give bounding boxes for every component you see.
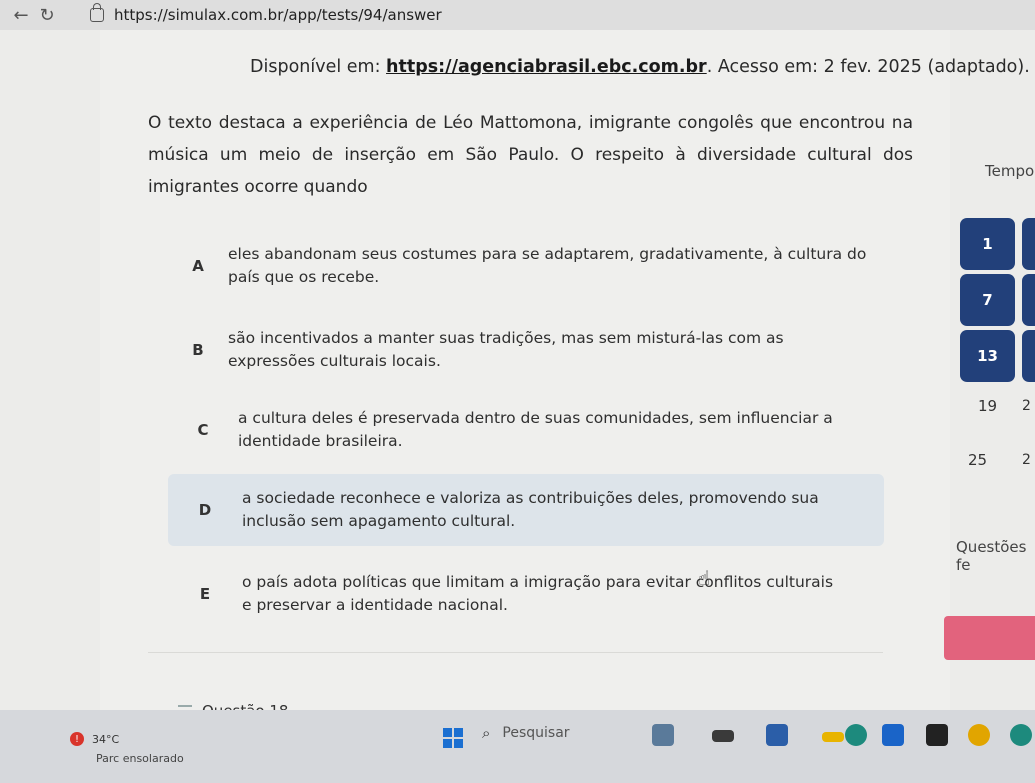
question-nav-item[interactable]: 25 [950, 434, 1005, 486]
search-icon: ⌕ [482, 724, 491, 742]
store-icon[interactable] [926, 724, 948, 746]
question-nav-item[interactable]: 1 [960, 218, 1015, 270]
weather-alert-icon: ! [70, 732, 84, 746]
question-nav-item[interactable]: 2 [1022, 434, 1035, 486]
file-explorer-icon[interactable] [822, 732, 844, 742]
questions-label: Questões fe [956, 538, 1027, 574]
widgets-icon[interactable] [766, 724, 788, 746]
option-letter: A [192, 257, 204, 275]
option-b[interactable]: B são incentivados a manter suas tradiçõ… [168, 314, 884, 386]
source-citation: Disponível em: https://agenciabrasil.ebc… [250, 57, 1030, 77]
weather-widget[interactable]: ! 34°C [70, 732, 119, 746]
finish-button[interactable] [944, 616, 1035, 660]
question-nav-item[interactable] [1022, 218, 1035, 270]
option-text: são incentivados a manter suas tradições… [228, 329, 784, 370]
question-nav-item[interactable]: 2 [1022, 380, 1035, 432]
option-letter: C [197, 421, 209, 439]
search-placeholder: Pesquisar [502, 725, 570, 741]
option-text: a sociedade reconhece e valoriza as cont… [242, 489, 819, 530]
option-letter: D [198, 501, 212, 519]
task-view-icon[interactable] [652, 724, 674, 746]
edge-browser-icon[interactable] [845, 724, 867, 746]
weather-description: Parc ensolarado [96, 752, 184, 765]
question-nav-item[interactable]: 19 [960, 380, 1015, 432]
question-nav-item[interactable] [1022, 274, 1035, 326]
option-letter: E [199, 585, 211, 603]
option-text: a cultura deles é preservada dentro de s… [238, 409, 833, 450]
address-bar[interactable]: https://simulax.com.br/app/tests/94/answ… [90, 3, 442, 24]
divider [148, 652, 883, 653]
question-nav-item[interactable]: 7 [960, 274, 1015, 326]
option-letter: B [192, 341, 204, 359]
reload-icon[interactable]: ↻ [34, 4, 60, 26]
option-text: o país adota políticas que limitam a imi… [242, 573, 834, 614]
app-icon[interactable] [1010, 724, 1032, 746]
option-c[interactable]: C a cultura deles é preservada dentro de… [168, 394, 884, 466]
windows-start-icon[interactable] [443, 728, 463, 748]
browser-toolbar: ← ↻ https://simulax.com.br/app/tests/94/… [0, 0, 1035, 30]
weather-temperature: 34°C [92, 732, 120, 746]
hand-cursor-icon: ☝ [698, 566, 711, 590]
chrome-icon[interactable] [968, 724, 990, 746]
page: Disponível em: https://agenciabrasil.ebc… [0, 30, 1035, 720]
taskbar: ! 34°C Parc ensolarado ⌕ Pesquisar [0, 710, 1035, 783]
taskbar-search[interactable]: ⌕ Pesquisar [482, 724, 570, 742]
back-icon[interactable]: ← [8, 4, 34, 26]
question-nav-item[interactable] [1022, 330, 1035, 382]
question-statement: O texto destaca a experiência de Léo Mat… [148, 113, 913, 197]
url-text: https://simulax.com.br/app/tests/94/answ… [114, 6, 442, 24]
option-d[interactable]: D a sociedade reconhece e valoriza as co… [168, 474, 884, 546]
lock-icon [90, 3, 104, 22]
timer-label: Tempo [985, 162, 1035, 180]
option-text: eles abandonam seus costumes para se ada… [228, 245, 867, 286]
option-a[interactable]: A eles abandonam seus costumes para se a… [168, 230, 884, 302]
option-e[interactable]: E o país adota políticas que limitam a i… [168, 558, 884, 630]
mail-icon[interactable] [882, 724, 904, 746]
source-link[interactable]: https://agenciabrasil.ebc.com.br [386, 57, 707, 77]
question-nav-item[interactable]: 13 [960, 330, 1015, 382]
taskbar-app-icon[interactable] [712, 730, 734, 742]
